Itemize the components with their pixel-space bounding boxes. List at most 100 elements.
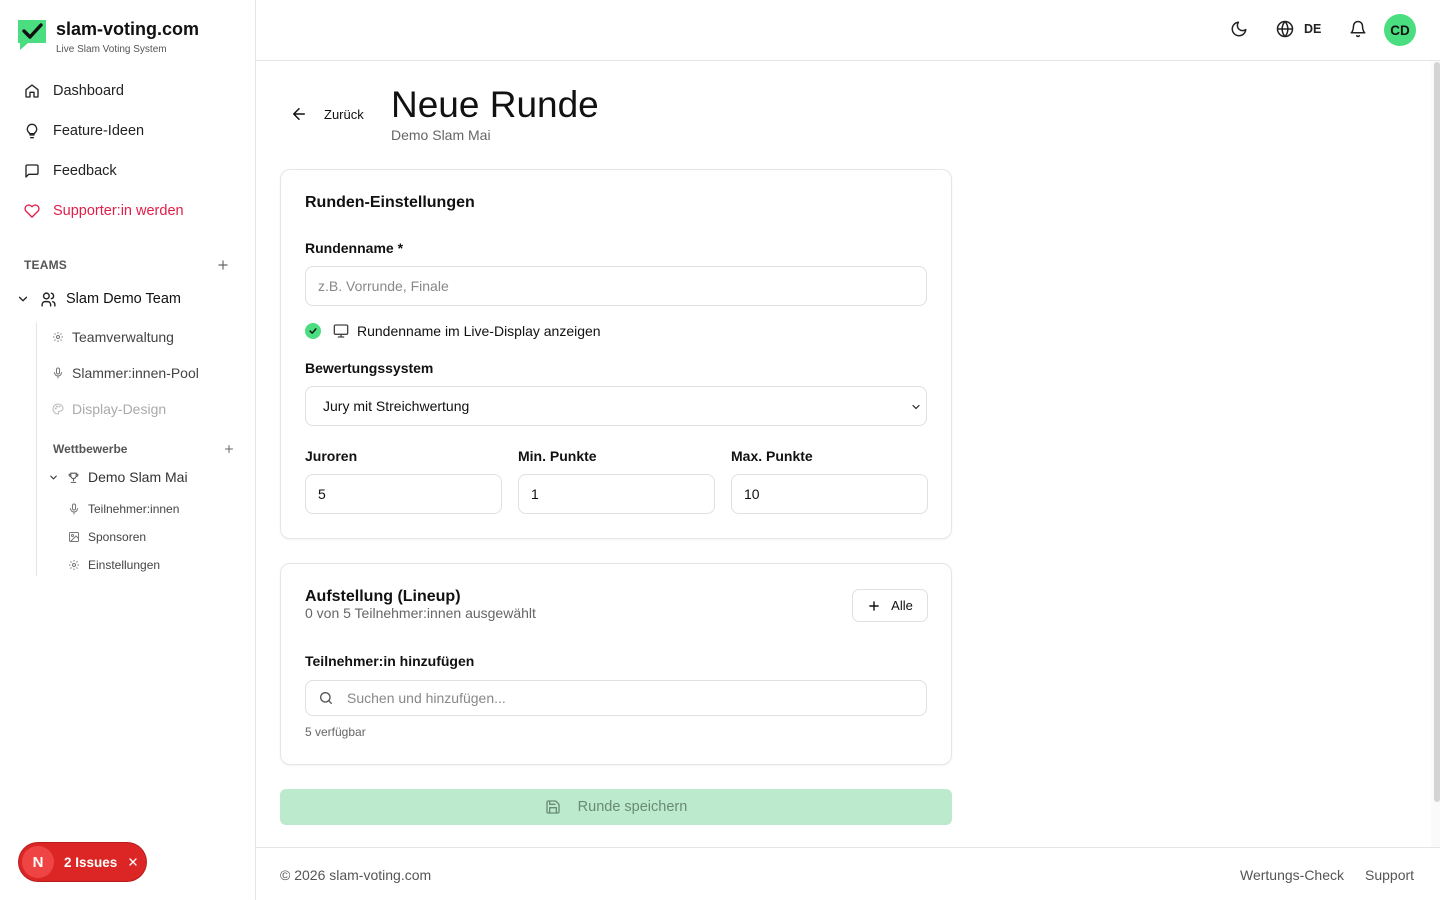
nav-feature-ideas-label: Feature-Ideen (53, 123, 145, 139)
add-all-label: Alle (891, 598, 913, 613)
page-title: Neue Runde (391, 84, 599, 125)
add-all-button[interactable]: Alle (852, 589, 928, 622)
search-placeholder: Suchen und hinzufügen... (347, 690, 506, 706)
team-item-label: Slammer:innen-Pool (72, 365, 199, 381)
microphone-icon (52, 367, 72, 379)
add-participant-label: Teilnehmer:in hinzufügen (305, 653, 475, 669)
save-round-label: Runde speichern (577, 799, 688, 815)
add-team-icon[interactable] (216, 258, 230, 272)
brand-tagline: Live Slam Voting System (56, 44, 167, 55)
checkmark-logo-icon (16, 18, 48, 52)
palette-icon (52, 403, 72, 415)
competition-item-settings[interactable]: Einstellungen (68, 557, 160, 573)
participant-search-input[interactable]: Suchen und hinzufügen... (305, 680, 927, 716)
issues-label: 2 Issues (64, 854, 118, 870)
min-points-input[interactable]: 1 (518, 474, 715, 514)
issues-badge: N (22, 846, 54, 878)
moon-icon[interactable] (1230, 20, 1248, 38)
lineup-title: Aufstellung (Lineup) (305, 588, 461, 605)
team-item-label: Teamverwaltung (72, 329, 174, 345)
heart-icon (24, 203, 53, 219)
teams-label: TEAMS (24, 258, 67, 272)
plus-icon (867, 599, 891, 613)
competition-item-label: Teilnehmer:innen (88, 502, 180, 516)
page-subtitle: Demo Slam Mai (391, 127, 491, 143)
nav-supporter-label: Supporter:in werden (53, 203, 184, 219)
show-in-display-checkbox[interactable] (305, 323, 321, 339)
gear-icon (68, 559, 88, 571)
round-name-input[interactable]: z.B. Vorrunde, Finale (305, 266, 927, 306)
jurors-label: Juroren (305, 448, 358, 464)
arrow-left-icon (290, 105, 324, 123)
show-in-display-option[interactable]: Rundenname im Live-Display anzeigen (305, 321, 601, 341)
team-item-slammer-pool[interactable]: Slammer:innen-Pool (52, 363, 199, 383)
team-item-teamverwaltung[interactable]: Teamverwaltung (52, 327, 174, 347)
microphone-icon (68, 503, 88, 515)
footer-link-support[interactable]: Support (1365, 867, 1414, 883)
chevron-down-icon (910, 401, 922, 413)
image-icon (68, 531, 88, 543)
show-in-display-label: Rundenname im Live-Display anzeigen (357, 323, 601, 339)
chevron-down-icon[interactable] (48, 472, 59, 483)
home-icon (24, 83, 53, 99)
issues-indicator[interactable]: N 2 Issues (19, 843, 146, 881)
max-points-input[interactable]: 10 (731, 474, 928, 514)
nav-feedback[interactable]: Feedback (16, 153, 240, 189)
brand[interactable]: slam-voting.com Live Slam Voting System (16, 18, 199, 55)
search-icon (318, 690, 347, 706)
save-icon (545, 799, 578, 815)
competitions-label: Wettbewerbe (53, 442, 128, 456)
footer-link-wertungs-check[interactable]: Wertungs-Check (1240, 867, 1344, 883)
brand-name: slam-voting.com (56, 19, 200, 39)
lightbulb-icon (24, 123, 53, 139)
nav-feedback-label: Feedback (53, 163, 117, 179)
bell-icon[interactable] (1349, 20, 1367, 38)
competition-demo-slam-mai[interactable]: Demo Slam Mai (48, 467, 188, 487)
lineup-subtitle: 0 von 5 Teilnehmer:innen ausgewählt (305, 605, 536, 621)
competition-name: Demo Slam Mai (88, 469, 188, 485)
competition-item-label: Sponsoren (88, 530, 147, 544)
min-points-label: Min. Punkte (518, 448, 597, 464)
max-points-label: Max. Punkte (731, 448, 813, 464)
round-settings-card: Runden-Einstellungen Rundenname * z.B. V… (280, 169, 952, 539)
users-icon (40, 291, 57, 308)
round-settings-title: Runden-Einstellungen (305, 194, 475, 211)
globe-icon[interactable] (1276, 20, 1294, 38)
message-square-icon (24, 163, 53, 179)
competition-item-sponsors[interactable]: Sponsoren (68, 529, 146, 545)
back-button[interactable]: Zurück (290, 104, 364, 124)
scoring-system-value: Jury mit Streichwertung (323, 398, 470, 414)
scoring-system-select[interactable]: Jury mit Streichwertung (305, 386, 927, 426)
trophy-icon (67, 471, 80, 484)
competition-item-participants[interactable]: Teilnehmer:innen (68, 501, 179, 517)
back-label: Zurück (324, 106, 364, 122)
avatar[interactable]: CD (1384, 14, 1416, 46)
gear-icon (52, 331, 72, 343)
close-icon[interactable] (127, 856, 139, 868)
add-competition-icon[interactable] (223, 443, 235, 455)
team-name: Slam Demo Team (66, 291, 181, 307)
nav-feature-ideas[interactable]: Feature-Ideen (16, 113, 240, 149)
scoring-system-label: Bewertungssystem (305, 360, 434, 376)
monitor-icon (333, 323, 349, 339)
copyright: © 2026 slam-voting.com (280, 867, 432, 883)
lineup-card: Aufstellung (Lineup) 0 von 5 Teilnehmer:… (280, 563, 952, 765)
language-selector[interactable]: DE (1304, 22, 1321, 36)
save-round-button[interactable]: Runde speichern (280, 789, 952, 825)
nav-dashboard-label: Dashboard (53, 83, 124, 99)
team-item-display-design[interactable]: Display-Design (52, 399, 166, 419)
nav-supporter[interactable]: Supporter:in werden (16, 193, 240, 229)
jurors-input[interactable]: 5 (305, 474, 502, 514)
footer: © 2026 slam-voting.com Wertungs-Check Su… (256, 847, 1440, 900)
nav-dashboard[interactable]: Dashboard (16, 73, 240, 109)
sidebar: slam-voting.com Live Slam Voting System … (0, 0, 256, 900)
competition-item-label: Einstellungen (88, 558, 161, 572)
round-name-label: Rundenname * (305, 240, 404, 256)
team-slam-demo-team[interactable]: Slam Demo Team (16, 288, 240, 310)
tree-line (36, 322, 37, 576)
chevron-down-icon[interactable] (16, 292, 30, 306)
scrollbar-thumb[interactable] (1434, 62, 1440, 802)
team-item-label: Display-Design (72, 401, 167, 417)
top-bar (256, 0, 1440, 61)
available-count: 5 verfügbar (305, 725, 366, 739)
